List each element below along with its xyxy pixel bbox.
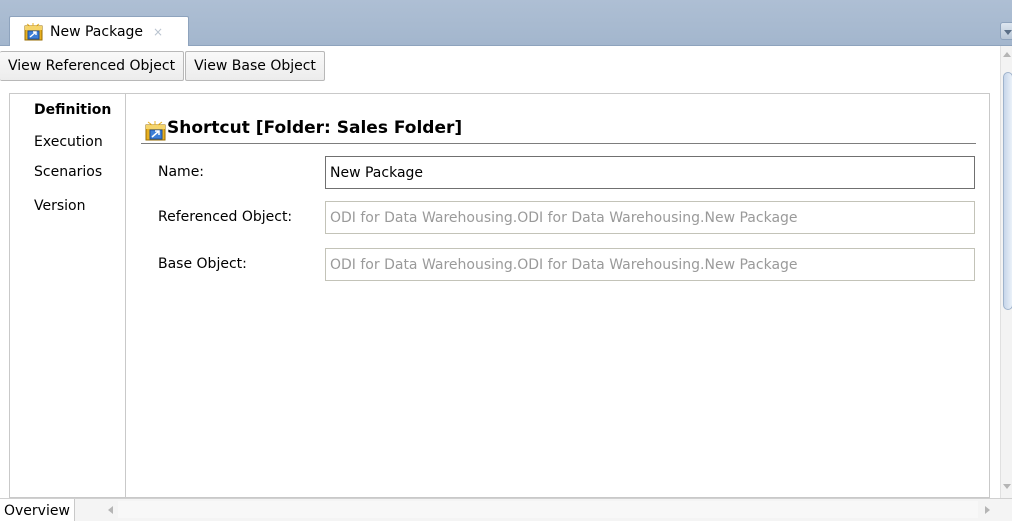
close-icon[interactable]: ×	[153, 25, 163, 39]
view-base-object-button[interactable]: View Base Object	[185, 51, 325, 81]
document-tab-label: New Package	[50, 23, 144, 40]
tab-overview[interactable]: Overview	[0, 499, 75, 521]
scroll-right-arrow-icon[interactable]	[985, 506, 990, 514]
bottom-bar: Overview	[0, 498, 1012, 521]
base-object-field: ODI for Data Warehousing.ODI for Data Wa…	[325, 248, 975, 281]
nav-item-definition[interactable]: Definition	[34, 102, 111, 118]
definition-content: Shortcut [Folder: Sales Folder] Name: Ne…	[127, 94, 989, 497]
section-divider	[141, 143, 976, 144]
document-tab-new-package[interactable]: New Package ×	[9, 16, 189, 46]
editor-toolbar: View Referenced Object View Base Object	[0, 51, 1000, 86]
horizontal-scrollbar[interactable]	[118, 501, 978, 518]
side-navigation: Definition Execution Scenarios Version	[10, 94, 126, 497]
tab-list-dropdown-button[interactable]	[1000, 22, 1012, 40]
editor-panel: Definition Execution Scenarios Version S…	[9, 93, 990, 498]
scrollbar-thumb[interactable]	[1003, 72, 1012, 310]
referenced-object-field: ODI for Data Warehousing.ODI for Data Wa…	[325, 201, 975, 234]
package-shortcut-icon	[145, 121, 166, 141]
referenced-object-label: Referenced Object:	[158, 209, 293, 225]
base-object-label: Base Object:	[158, 256, 247, 272]
package-shortcut-icon	[24, 22, 43, 40]
scroll-left-arrow-icon[interactable]	[108, 506, 113, 514]
vertical-scrollbar[interactable]	[1000, 46, 1012, 498]
nav-item-execution[interactable]: Execution	[34, 134, 103, 150]
name-field[interactable]: New Package	[325, 156, 975, 189]
view-referenced-object-button[interactable]: View Referenced Object	[0, 51, 185, 81]
section-title: Shortcut [Folder: Sales Folder]	[167, 118, 463, 138]
name-label: Name:	[158, 164, 205, 180]
scroll-up-arrow-icon[interactable]	[1003, 52, 1011, 57]
document-tab-strip: New Package ×	[0, 0, 1012, 46]
nav-item-version[interactable]: Version	[34, 198, 85, 214]
nav-item-scenarios[interactable]: Scenarios	[34, 164, 102, 180]
scroll-down-arrow-icon[interactable]	[1003, 484, 1011, 489]
